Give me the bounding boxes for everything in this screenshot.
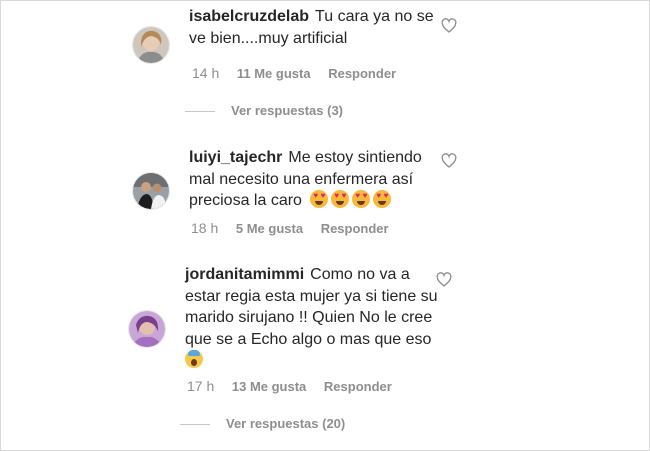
comment-body-line: estar regia esta mujer ya si tiene su [185,287,438,305]
comment-body-line: marido sirujano !! Quien No le cree [185,309,433,326]
heart-eyes-emoji-group [310,190,394,209]
heart-eyes-emoji-icon [352,190,371,208]
comment-username[interactable]: jordanitamimmi [185,266,304,283]
divider [185,111,215,113]
heart-eyes-emoji-icon [373,190,392,208]
comment-timestamp[interactable]: 14 h [192,65,219,81]
heart-eyes-emoji-icon [310,190,329,208]
avatar[interactable] [132,26,170,64]
heart-icon[interactable] [441,153,457,169]
divider [180,424,210,426]
view-replies-label: Ver respuestas (20) [226,416,346,431]
comment-meta: 14 h 11 Me gusta Responder [192,65,396,81]
comment-body-line: que se a Echo algo o mas que eso [185,330,432,348]
comment-text: isabelcruzdelab Tu cara ya no se ve bien.… [189,6,434,49]
comment-body-line: Como no va a [310,266,410,283]
likes-count[interactable]: 11 Me gusta [237,66,311,81]
likes-count[interactable]: 5 Me gusta [236,221,303,236]
comment-meta: 18 h 5 Me gusta Responder [191,220,389,236]
heart-icon[interactable] [436,272,452,288]
likes-count[interactable]: 13 Me gusta [232,379,306,394]
comment-body-line: mal necesito una enfermera así [189,170,414,188]
comment-body-line: preciosa la caro [189,192,302,209]
comment-meta: 17 h 13 Me gusta Responder [187,378,392,394]
view-replies-button[interactable]: Ver respuestas (20) [180,416,345,431]
heart-icon[interactable] [441,18,457,34]
comment-text: jordanitamimmi Como no va a estar regia e… [185,264,438,372]
reply-button[interactable]: Responder [321,221,389,236]
heart-eyes-emoji-icon [331,190,350,208]
comment-body-line: ve bien....muy artificial [189,29,348,47]
reply-button[interactable]: Responder [328,66,396,81]
comment-body-line: Tu cara ya no se [315,8,434,25]
reply-button[interactable]: Responder [324,379,392,394]
view-replies-label: Ver respuestas (3) [231,103,344,118]
comment-username[interactable]: isabelcruzdelab [189,8,309,25]
view-replies-button[interactable]: Ver respuestas (3) [185,103,343,118]
avatar[interactable] [128,310,166,348]
comment-timestamp[interactable]: 18 h [191,220,218,236]
comment-text: luiyi_tajechr Me estoy sintiendo mal nece… [189,147,422,212]
comment-username[interactable]: luiyi_tajechr [189,149,282,166]
comment-body-line: Me estoy sintiendo [288,149,422,166]
avatar[interactable] [132,172,170,210]
comment-timestamp[interactable]: 17 h [187,378,214,394]
scream-emoji-icon [185,350,203,368]
